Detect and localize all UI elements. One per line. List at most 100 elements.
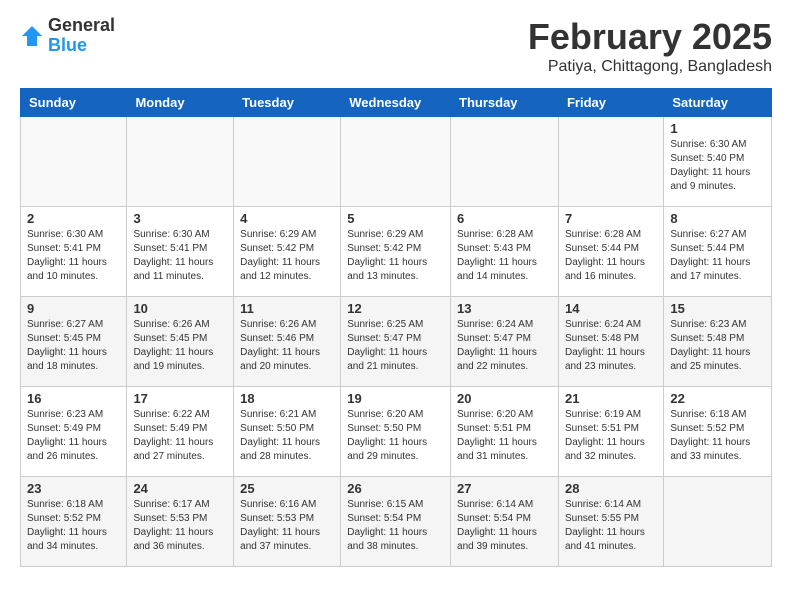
calendar-cell: 16 Sunrise: 6:23 AM Sunset: 5:49 PM Dayli… [21, 387, 127, 477]
calendar-cell: 23 Sunrise: 6:18 AM Sunset: 5:52 PM Dayli… [21, 477, 127, 567]
day-info: Sunrise: 6:18 AM Sunset: 5:52 PM Dayligh… [27, 498, 120, 554]
calendar-cell: 22Sunrise: 6:18 AM Sunset: 5:52 PM Dayli… [664, 387, 772, 477]
day-number: 24 [133, 481, 227, 496]
day-number: 17 [133, 391, 227, 406]
calendar-cell: 15 Sunrise: 6:23 AM Sunset: 5:48 PM Dayli… [664, 297, 772, 387]
day-info: Sunrise: 6:21 AM Sunset: 5:50 PM Dayligh… [240, 408, 334, 464]
day-info: Sunrise: 6:14 AM Sunset: 5:55 PM Dayligh… [565, 498, 657, 554]
day-info: Sunrise: 6:27 AM Sunset: 5:44 PM Dayligh… [670, 228, 765, 284]
month-title: February 2025 [528, 16, 772, 58]
day-number: 18 [240, 391, 334, 406]
logo-icon [20, 24, 44, 48]
calendar-cell: 6 Sunrise: 6:28 AM Sunset: 5:43 PM Daylig… [451, 207, 559, 297]
day-info: Sunrise: 6:26 AM Sunset: 5:46 PM Dayligh… [240, 318, 334, 374]
day-info: Sunrise: 6:20 AM Sunset: 5:51 PM Dayligh… [457, 408, 552, 464]
day-info: Sunrise: 6:20 AM Sunset: 5:50 PM Dayligh… [347, 408, 444, 464]
day-info: Sunrise: 6:17 AM Sunset: 5:53 PM Dayligh… [133, 498, 227, 554]
calendar-cell: 4Sunrise: 6:29 AM Sunset: 5:42 PM Daylig… [234, 207, 341, 297]
logo-general: General [48, 16, 115, 36]
calendar-cell [341, 117, 451, 207]
day-info: Sunrise: 6:27 AM Sunset: 5:45 PM Dayligh… [27, 318, 120, 374]
calendar-cell [21, 117, 127, 207]
calendar-header-sunday: Sunday [21, 89, 127, 117]
day-number: 10 [133, 301, 227, 316]
day-info: Sunrise: 6:29 AM Sunset: 5:42 PM Dayligh… [347, 228, 444, 284]
calendar-cell: 19 Sunrise: 6:20 AM Sunset: 5:50 PM Dayli… [341, 387, 451, 477]
calendar-week-row: 2 Sunrise: 6:30 AM Sunset: 5:41 PM Daylig… [21, 207, 772, 297]
day-info: Sunrise: 6:30 AM Sunset: 5:40 PM Dayligh… [670, 138, 765, 194]
day-number: 5 [347, 211, 444, 226]
day-number: 8 [670, 211, 765, 226]
calendar-cell [664, 477, 772, 567]
day-info: Sunrise: 6:30 AM Sunset: 5:41 PM Dayligh… [133, 228, 227, 284]
day-number: 2 [27, 211, 120, 226]
day-info: Sunrise: 6:28 AM Sunset: 5:43 PM Dayligh… [457, 228, 552, 284]
page: General Blue February 2025 Patiya, Chitt… [0, 0, 792, 583]
logo: General Blue [20, 16, 115, 56]
calendar-header-monday: Monday [127, 89, 234, 117]
calendar-cell: 5 Sunrise: 6:29 AM Sunset: 5:42 PM Daylig… [341, 207, 451, 297]
day-number: 9 [27, 301, 120, 316]
day-number: 20 [457, 391, 552, 406]
calendar-cell: 1 Sunrise: 6:30 AM Sunset: 5:40 PM Daylig… [664, 117, 772, 207]
day-info: Sunrise: 6:28 AM Sunset: 5:44 PM Dayligh… [565, 228, 657, 284]
calendar-cell: 13Sunrise: 6:24 AM Sunset: 5:47 PM Dayli… [451, 297, 559, 387]
calendar-cell: 20 Sunrise: 6:20 AM Sunset: 5:51 PM Dayli… [451, 387, 559, 477]
day-info: Sunrise: 6:14 AM Sunset: 5:54 PM Dayligh… [457, 498, 552, 554]
day-number: 6 [457, 211, 552, 226]
day-number: 19 [347, 391, 444, 406]
day-number: 3 [133, 211, 227, 226]
calendar-cell: 9 Sunrise: 6:27 AM Sunset: 5:45 PM Daylig… [21, 297, 127, 387]
day-info: Sunrise: 6:26 AM Sunset: 5:45 PM Dayligh… [133, 318, 227, 374]
calendar-header-friday: Friday [558, 89, 663, 117]
header: General Blue February 2025 Patiya, Chitt… [20, 16, 772, 76]
title-area: February 2025 Patiya, Chittagong, Bangla… [528, 16, 772, 76]
day-number: 7 [565, 211, 657, 226]
calendar-cell: 24 Sunrise: 6:17 AM Sunset: 5:53 PM Dayli… [127, 477, 234, 567]
calendar-header-saturday: Saturday [664, 89, 772, 117]
day-number: 23 [27, 481, 120, 496]
calendar-week-row: 9 Sunrise: 6:27 AM Sunset: 5:45 PM Daylig… [21, 297, 772, 387]
calendar-week-row: 16 Sunrise: 6:23 AM Sunset: 5:49 PM Dayli… [21, 387, 772, 477]
day-info: Sunrise: 6:22 AM Sunset: 5:49 PM Dayligh… [133, 408, 227, 464]
calendar-cell [451, 117, 559, 207]
calendar-cell: 8 Sunrise: 6:27 AM Sunset: 5:44 PM Daylig… [664, 207, 772, 297]
day-number: 15 [670, 301, 765, 316]
calendar-header-thursday: Thursday [451, 89, 559, 117]
day-number: 12 [347, 301, 444, 316]
calendar-cell: 3 Sunrise: 6:30 AM Sunset: 5:41 PM Daylig… [127, 207, 234, 297]
calendar-week-row: 23 Sunrise: 6:18 AM Sunset: 5:52 PM Dayli… [21, 477, 772, 567]
logo-text: General Blue [48, 16, 115, 56]
day-info: Sunrise: 6:16 AM Sunset: 5:53 PM Dayligh… [240, 498, 334, 554]
day-number: 16 [27, 391, 120, 406]
calendar-cell: 14Sunrise: 6:24 AM Sunset: 5:48 PM Dayli… [558, 297, 663, 387]
day-number: 1 [670, 121, 765, 136]
day-number: 21 [565, 391, 657, 406]
logo-blue: Blue [48, 36, 115, 56]
subtitle: Patiya, Chittagong, Bangladesh [528, 58, 772, 76]
day-info: Sunrise: 6:15 AM Sunset: 5:54 PM Dayligh… [347, 498, 444, 554]
day-info: Sunrise: 6:19 AM Sunset: 5:51 PM Dayligh… [565, 408, 657, 464]
day-info: Sunrise: 6:25 AM Sunset: 5:47 PM Dayligh… [347, 318, 444, 374]
day-info: Sunrise: 6:23 AM Sunset: 5:48 PM Dayligh… [670, 318, 765, 374]
calendar-cell: 17 Sunrise: 6:22 AM Sunset: 5:49 PM Dayli… [127, 387, 234, 477]
calendar-header-tuesday: Tuesday [234, 89, 341, 117]
calendar-cell: 7 Sunrise: 6:28 AM Sunset: 5:44 PM Daylig… [558, 207, 663, 297]
day-info: Sunrise: 6:23 AM Sunset: 5:49 PM Dayligh… [27, 408, 120, 464]
calendar-cell [127, 117, 234, 207]
calendar-table: SundayMondayTuesdayWednesdayThursdayFrid… [20, 88, 772, 567]
day-info: Sunrise: 6:29 AM Sunset: 5:42 PM Dayligh… [240, 228, 334, 284]
calendar-cell: 25 Sunrise: 6:16 AM Sunset: 5:53 PM Dayli… [234, 477, 341, 567]
calendar-cell: 10 Sunrise: 6:26 AM Sunset: 5:45 PM Dayli… [127, 297, 234, 387]
calendar-week-row: 1 Sunrise: 6:30 AM Sunset: 5:40 PM Daylig… [21, 117, 772, 207]
calendar-cell: 2Sunrise: 6:30 AM Sunset: 5:41 PM Daylig… [21, 207, 127, 297]
calendar-cell: 11Sunrise: 6:26 AM Sunset: 5:46 PM Dayli… [234, 297, 341, 387]
calendar-cell: 26 Sunrise: 6:15 AM Sunset: 5:54 PM Dayli… [341, 477, 451, 567]
calendar-cell [234, 117, 341, 207]
calendar-header-row: SundayMondayTuesdayWednesdayThursdayFrid… [21, 89, 772, 117]
day-number: 25 [240, 481, 334, 496]
day-number: 26 [347, 481, 444, 496]
calendar-header-wednesday: Wednesday [341, 89, 451, 117]
day-info: Sunrise: 6:18 AM Sunset: 5:52 PM Dayligh… [670, 408, 765, 464]
calendar-cell: 27Sunrise: 6:14 AM Sunset: 5:54 PM Dayli… [451, 477, 559, 567]
